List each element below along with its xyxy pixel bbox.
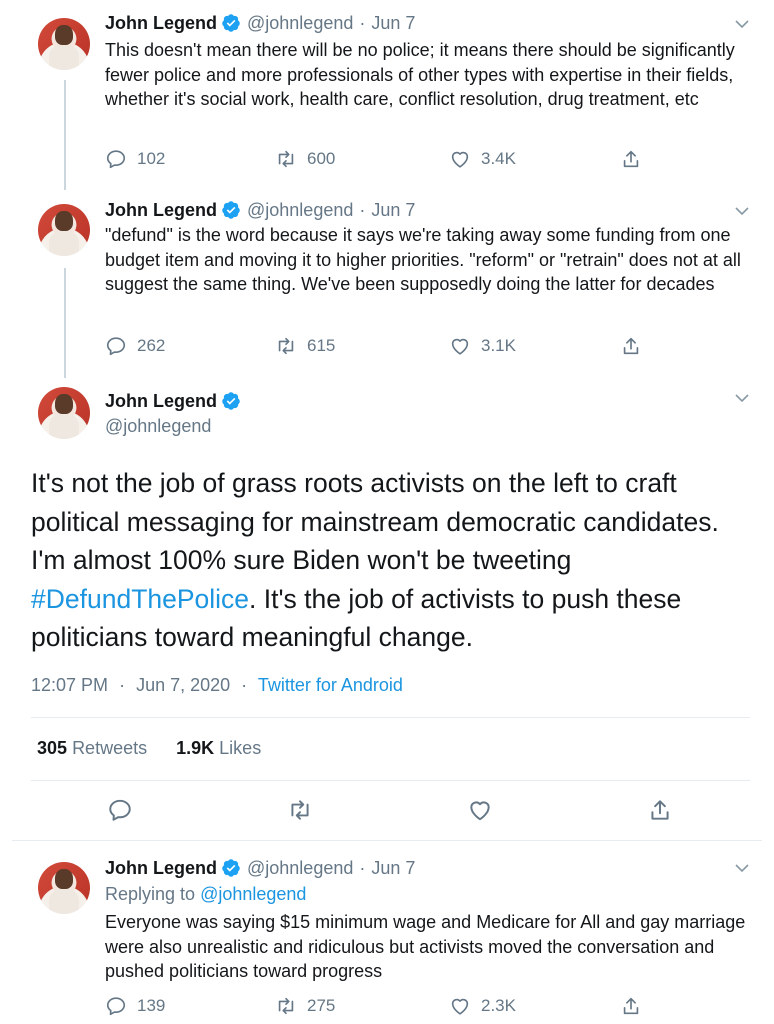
reply-count: 139 bbox=[137, 996, 166, 1015]
divider bbox=[31, 717, 750, 718]
replying-to-label: Replying to bbox=[105, 884, 196, 904]
likes-stat-count: 1.9K bbox=[176, 738, 215, 758]
author-handle[interactable]: @johnlegend bbox=[247, 200, 353, 221]
chevron-down-icon[interactable] bbox=[734, 16, 750, 32]
tweet-header: John Legend @johnlegend · Jun 7 bbox=[105, 855, 415, 881]
author-name[interactable]: John Legend bbox=[105, 13, 217, 34]
separator-dot: · bbox=[359, 12, 366, 33]
heart-icon bbox=[451, 998, 469, 1015]
divider bbox=[12, 840, 762, 841]
reply-icon bbox=[106, 997, 126, 1016]
replying-to: Replying to @johnlegend bbox=[105, 884, 306, 905]
heart-icon bbox=[451, 151, 469, 168]
main-tweet-actions bbox=[0, 797, 774, 827]
thread-line bbox=[64, 80, 66, 190]
verified-badge-icon bbox=[222, 859, 240, 877]
reply-button[interactable]: 262 bbox=[105, 333, 165, 359]
reply-button[interactable]: 102 bbox=[105, 146, 165, 172]
retweet-icon bbox=[278, 997, 294, 1015]
likes-stat[interactable]: 1.9K Likes bbox=[176, 738, 261, 758]
retweet-button[interactable]: 275 bbox=[275, 993, 335, 1019]
tweet-source-link[interactable]: Twitter for Android bbox=[258, 675, 403, 695]
retweets-stat-label: Retweets bbox=[72, 738, 148, 758]
tweet-meta: 12:07 PM · Jun 7, 2020 · Twitter for And… bbox=[31, 675, 403, 696]
tweet-date[interactable]: Jun 7 bbox=[371, 13, 415, 34]
replying-to-handle[interactable]: @johnlegend bbox=[200, 884, 306, 904]
reply-count: 262 bbox=[137, 336, 166, 355]
verified-badge-icon bbox=[222, 201, 240, 219]
retweet-icon bbox=[278, 337, 294, 355]
author-name[interactable]: John Legend bbox=[105, 391, 217, 412]
tweet-header: John Legend @johnlegend · Jun 7 bbox=[105, 197, 415, 223]
tweet-stats: 305 Retweets 1.9K Likes bbox=[37, 738, 261, 759]
tweet-date[interactable]: Jun 7 bbox=[371, 200, 415, 221]
chevron-down-icon[interactable] bbox=[734, 203, 750, 219]
chevron-down-icon[interactable] bbox=[734, 860, 750, 876]
heart-icon bbox=[451, 338, 469, 355]
like-count: 3.1K bbox=[481, 336, 516, 355]
retweet-count: 275 bbox=[307, 996, 336, 1015]
author-name[interactable]: John Legend bbox=[105, 200, 217, 221]
separator-dot: · bbox=[119, 675, 126, 695]
separator-dot: · bbox=[241, 675, 248, 695]
tweet-date[interactable]: Jun 7 bbox=[371, 858, 415, 879]
retweet-icon bbox=[278, 150, 294, 168]
share-button[interactable] bbox=[620, 993, 642, 1019]
avatar[interactable] bbox=[38, 862, 90, 914]
retweet-button[interactable]: 615 bbox=[275, 333, 335, 359]
tweet-actions: 139 275 2.3K bbox=[105, 993, 665, 1019]
retweet-button[interactable]: 600 bbox=[275, 146, 335, 172]
tweet-header: John Legend @johnlegend · Jun 7 bbox=[105, 10, 415, 36]
reply-icon bbox=[106, 150, 126, 169]
likes-stat-label: Likes bbox=[219, 738, 262, 758]
main-tweet-text-part: It's not the job of grass roots activist… bbox=[31, 468, 719, 575]
author-handle[interactable]: @johnlegend bbox=[247, 858, 353, 879]
share-icon bbox=[623, 997, 639, 1015]
share-icon bbox=[623, 150, 639, 168]
reply-icon[interactable] bbox=[107, 797, 133, 823]
tweet-actions: 262 615 3.1K bbox=[105, 333, 665, 359]
tweet-text: Everyone was saying $15 minimum wage and… bbox=[105, 912, 746, 981]
heart-icon[interactable] bbox=[467, 797, 493, 823]
verified-badge-icon bbox=[222, 14, 240, 32]
tweet-full-date[interactable]: Jun 7, 2020 bbox=[136, 675, 230, 695]
share-icon bbox=[623, 337, 639, 355]
hashtag-link[interactable]: #DefundThePolice bbox=[31, 584, 249, 614]
reply-count: 102 bbox=[137, 149, 166, 168]
share-button[interactable] bbox=[620, 146, 642, 172]
like-button[interactable]: 2.3K bbox=[449, 993, 516, 1019]
main-tweet-handle-row: @johnlegend bbox=[105, 413, 211, 439]
like-button[interactable]: 3.1K bbox=[449, 333, 516, 359]
avatar[interactable] bbox=[38, 204, 90, 256]
share-icon[interactable] bbox=[647, 797, 673, 823]
main-tweet-text: It's not the job of grass roots activist… bbox=[31, 464, 751, 657]
tweet-time[interactable]: 12:07 PM bbox=[31, 675, 108, 695]
reply-button[interactable]: 139 bbox=[105, 993, 165, 1019]
tweet-text: This doesn't mean there will be no polic… bbox=[105, 40, 735, 109]
share-button[interactable] bbox=[620, 333, 642, 359]
divider bbox=[31, 780, 750, 781]
reply-icon bbox=[106, 337, 126, 356]
like-button[interactable]: 3.4K bbox=[449, 146, 516, 172]
author-handle[interactable]: @johnlegend bbox=[247, 13, 353, 34]
thread-line bbox=[64, 268, 66, 378]
retweets-stat[interactable]: 305 Retweets bbox=[37, 738, 147, 758]
like-count: 2.3K bbox=[481, 996, 516, 1015]
retweet-count: 600 bbox=[307, 149, 336, 168]
avatar[interactable] bbox=[38, 387, 90, 439]
like-count: 3.4K bbox=[481, 149, 516, 168]
tweet-text: "defund" is the word because it says we'… bbox=[105, 225, 741, 294]
tweet-actions: 102 600 3.4K bbox=[105, 146, 665, 172]
retweet-icon[interactable] bbox=[287, 797, 313, 823]
main-tweet-header: John Legend bbox=[105, 388, 247, 414]
avatar[interactable] bbox=[38, 18, 90, 70]
author-name[interactable]: John Legend bbox=[105, 858, 217, 879]
verified-badge-icon bbox=[222, 392, 240, 410]
chevron-down-icon[interactable] bbox=[734, 390, 750, 406]
retweet-count: 615 bbox=[307, 336, 336, 355]
retweets-stat-count: 305 bbox=[37, 738, 68, 758]
author-handle[interactable]: @johnlegend bbox=[105, 416, 211, 437]
separator-dot: · bbox=[359, 857, 366, 878]
separator-dot: · bbox=[359, 199, 366, 220]
